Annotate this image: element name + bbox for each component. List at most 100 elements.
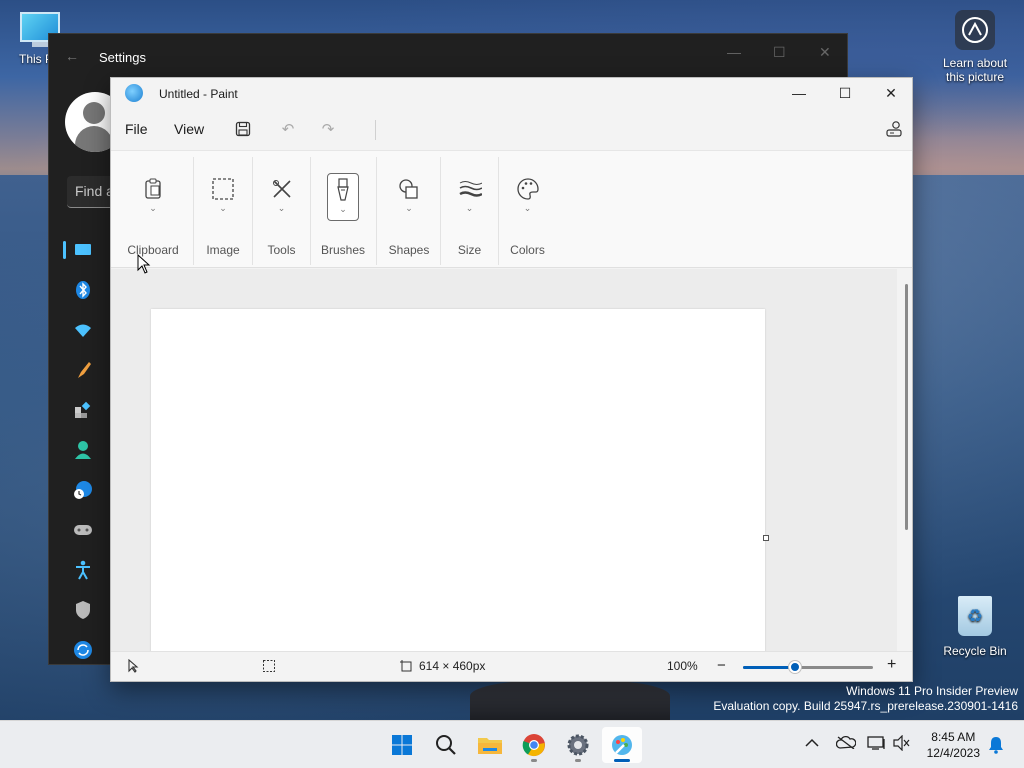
account-icon[interactable] [882, 119, 906, 139]
divider [375, 120, 376, 140]
paint-window[interactable]: Untitled - Paint — ☐ ✕ File View ↶ ↷ ⌄ C… [110, 77, 913, 682]
sidebar-item-privacy[interactable] [63, 590, 113, 630]
paint-icon [612, 735, 632, 755]
accessibility-icon [73, 560, 93, 580]
sidebar-item-network[interactable] [63, 310, 113, 350]
paint-logo-icon [125, 84, 143, 102]
network-status-icon[interactable] [867, 735, 887, 755]
start-icon [392, 735, 412, 755]
wallpaper-rock [470, 680, 670, 720]
personalization-icon [73, 360, 93, 380]
redo-icon[interactable]: ↷ [316, 119, 340, 139]
maximize-icon: ☐ [838, 84, 852, 101]
taskbar-settings[interactable] [558, 727, 598, 763]
gaming-icon [73, 520, 93, 540]
group-shapes[interactable]: ⌄ Shapes [378, 151, 440, 267]
bluetooth-icon [73, 280, 93, 300]
group-label: Clipboard [127, 243, 179, 257]
zoom-out-icon[interactable]: − [717, 657, 726, 674]
chevron-down-icon: ⌄ [149, 203, 157, 213]
taskbar-search-button[interactable] [426, 727, 466, 763]
search-icon [436, 735, 456, 755]
sidebar-item-time-language[interactable] [63, 470, 113, 510]
file-explorer-icon [478, 738, 502, 754]
chevron-down-icon: ⌄ [523, 203, 532, 213]
menu-file[interactable]: File [125, 121, 148, 137]
time-language-icon [73, 480, 93, 500]
zoom-slider-fill [743, 666, 795, 669]
recycle-bin-icon: ♻ [958, 596, 992, 636]
system-icon [73, 240, 93, 260]
onedrive-icon[interactable] [835, 735, 857, 753]
group-tools[interactable]: ⌄ Tools [254, 151, 309, 267]
pointer-icon [127, 659, 139, 673]
desktop-icon-learn-about-picture[interactable]: Learn about this picture [935, 10, 1015, 84]
group-label: Colors [510, 243, 545, 257]
group-image[interactable]: ⌄ Image [195, 151, 251, 267]
settings-nav [63, 230, 113, 670]
group-size[interactable]: ⌄ Size [442, 151, 497, 267]
zoom-slider[interactable] [743, 661, 873, 673]
clock-time: 8:45 AM [931, 730, 976, 744]
zoom-slider-thumb[interactable] [789, 661, 801, 673]
system-clock[interactable]: 8:45 AM 12/4/2023 [927, 729, 980, 761]
sidebar-item-accounts[interactable] [63, 430, 113, 470]
minimize-button[interactable]: — [776, 78, 822, 108]
maximize-icon[interactable]: ☐ [773, 44, 786, 61]
desktop-icon-label: this picture [945, 70, 1005, 84]
ribbon: ⌄ Clipboard ⌄ Image ⌄ Tools ⌄ Brushes ⌄ … [111, 150, 912, 268]
desktop-icon-recycle-bin[interactable]: ♻ Recycle Bin [940, 596, 1010, 658]
clipboard-icon [141, 177, 165, 201]
notification-bell-icon[interactable] [988, 736, 1004, 758]
drawing-canvas[interactable] [151, 309, 765, 652]
settings-icon [567, 734, 589, 756]
group-clipboard[interactable]: ⌄ Clipboard [121, 151, 185, 267]
sidebar-item-personalization[interactable] [63, 350, 113, 390]
group-brushes[interactable]: ⌄ Brushes [312, 151, 374, 267]
minimize-icon: — [792, 85, 806, 101]
taskbar: 8:45 AM 12/4/2023 [0, 720, 1024, 768]
chevron-down-icon: ⌄ [219, 203, 227, 213]
group-label: Brushes [320, 243, 366, 257]
apps-icon [73, 400, 93, 420]
zoom-level[interactable]: 100% [667, 659, 698, 673]
group-colors[interactable]: ⌄ Colors [500, 151, 555, 267]
canvas-resize-handle[interactable] [763, 535, 769, 541]
volume-muted-icon[interactable] [893, 734, 911, 755]
sidebar-item-windows-update[interactable] [63, 630, 113, 670]
group-label: Tools [267, 243, 296, 257]
chevron-up-icon[interactable] [805, 735, 819, 752]
window-title: Untitled - Paint [159, 87, 238, 101]
tools-icon [270, 177, 294, 201]
close-button[interactable]: ✕ [868, 78, 914, 108]
sidebar-item-apps[interactable] [63, 390, 113, 430]
mouse-cursor-icon [137, 254, 151, 274]
minimize-icon[interactable]: — [727, 44, 741, 60]
maximize-button[interactable]: ☐ [822, 78, 868, 108]
canvas-area[interactable] [111, 269, 897, 652]
sidebar-item-bluetooth[interactable] [63, 270, 113, 310]
close-icon[interactable]: ✕ [819, 44, 831, 61]
sidebar-item-system[interactable] [63, 230, 113, 270]
group-label: Shapes [388, 243, 430, 257]
desktop-icon-label: Recycle Bin [943, 644, 1007, 658]
window-title: Settings [99, 50, 146, 65]
menu-view[interactable]: View [174, 121, 204, 137]
start-button[interactable] [382, 727, 422, 763]
undo-icon[interactable]: ↶ [276, 119, 300, 139]
selection-size-icon [262, 659, 276, 673]
close-icon: ✕ [885, 84, 897, 101]
title-bar[interactable]: Untitled - Paint — ☐ ✕ [111, 78, 912, 110]
save-icon[interactable] [231, 119, 255, 139]
privacy-icon [73, 600, 93, 620]
sidebar-item-gaming[interactable] [63, 510, 113, 550]
zoom-in-icon[interactable]: + [887, 656, 896, 674]
taskbar-chrome[interactable] [514, 727, 554, 763]
chevron-down-icon: ⌄ [277, 203, 286, 213]
desktop-icon-label: Learn about [942, 56, 1008, 70]
sidebar-item-accessibility[interactable] [63, 550, 113, 590]
taskbar-file-explorer[interactable] [470, 727, 510, 763]
taskbar-paint[interactable] [602, 727, 642, 763]
vertical-scrollbar[interactable] [905, 284, 908, 530]
back-arrow-icon[interactable]: ← [65, 48, 79, 64]
